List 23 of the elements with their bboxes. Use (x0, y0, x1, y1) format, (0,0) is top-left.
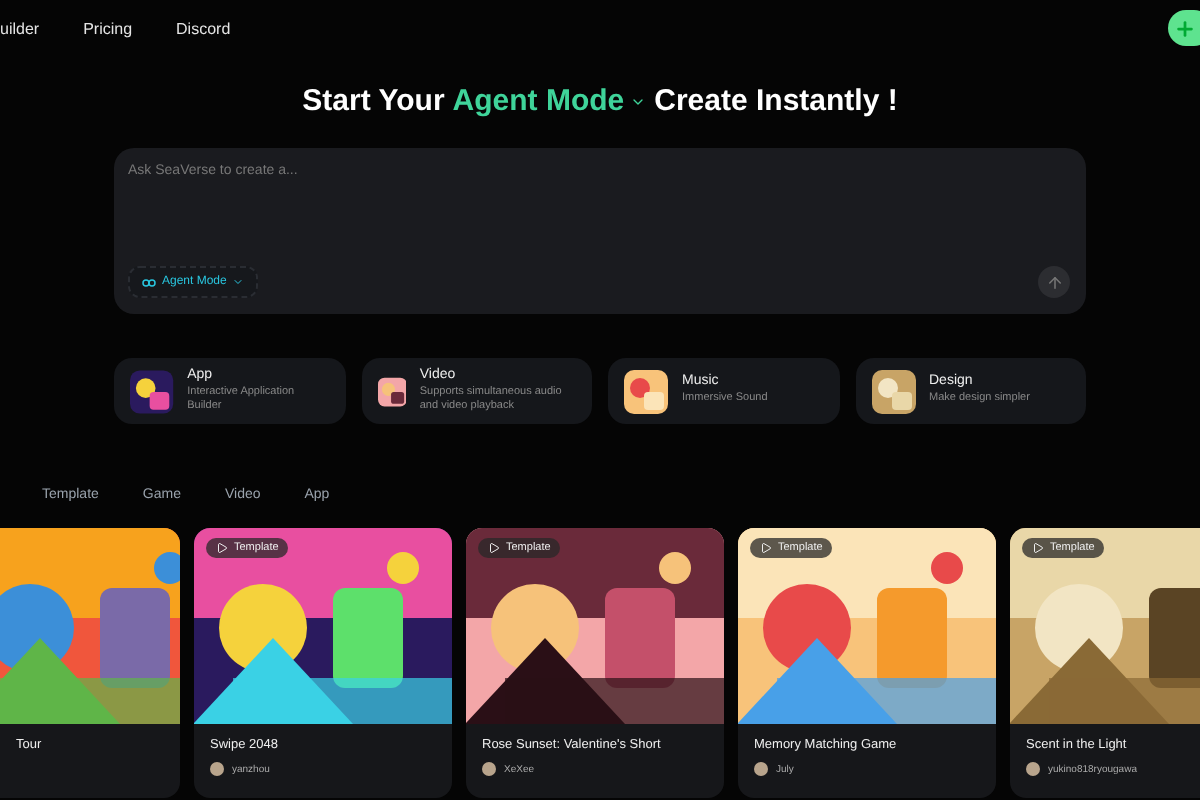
mode-selector[interactable]: Agent Mode (452, 84, 647, 118)
nav-link[interactable]: Pricing (83, 19, 133, 37)
play-icon (1032, 542, 1044, 554)
infinity-icon (142, 276, 156, 288)
category-thumbnail-icon (871, 369, 915, 413)
send-button[interactable] (1038, 266, 1070, 298)
caret-icon (232, 276, 245, 288)
headline-text: Create Instantly ! (654, 84, 898, 118)
category-thumbnail-icon (130, 369, 174, 413)
play-icon (216, 542, 228, 554)
avatar-icon (754, 762, 768, 776)
avatar-icon (482, 762, 496, 776)
plus-button[interactable] (1168, 10, 1200, 46)
play-icon (760, 542, 772, 554)
avatar-icon (1026, 762, 1040, 776)
avatar-icon (210, 762, 224, 776)
nav-link[interactable]: uilder (0, 19, 40, 37)
category-thumbnail-icon (624, 369, 668, 413)
plus-icon (1174, 17, 1196, 39)
play-icon (488, 542, 500, 554)
headline-text: Start Your (302, 84, 445, 118)
nav-link[interactable]: Discord (176, 19, 231, 37)
arrow-up-icon (1045, 273, 1063, 291)
